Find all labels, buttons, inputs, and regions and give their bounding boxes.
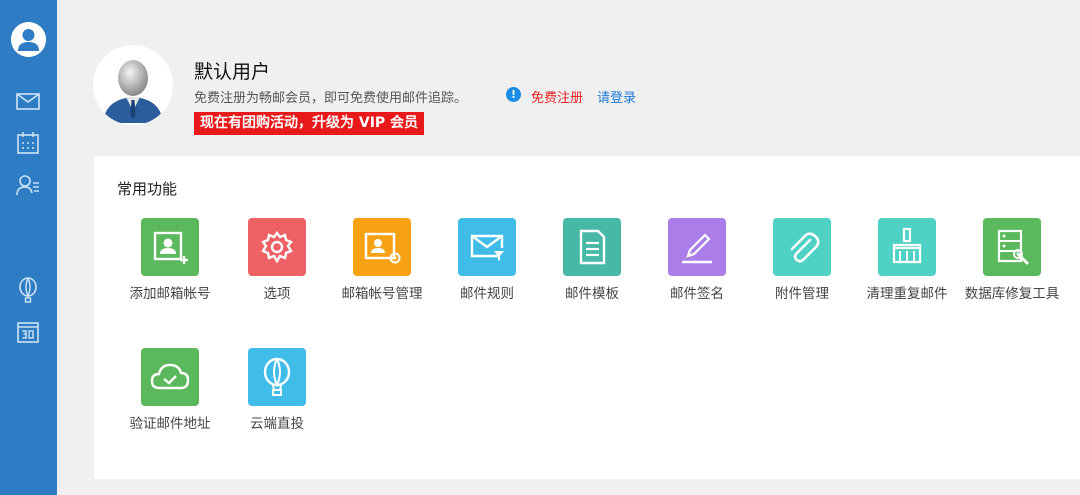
sidebar [0,0,57,495]
feature-label: 邮件模板 [565,286,619,302]
section-title: 常用功能 [117,180,178,198]
register-link[interactable]: 免费注册 [531,87,583,106]
database-repair-icon [983,218,1041,276]
feature-label: 数据库修复工具 [964,286,1060,302]
register-description: 免费注册为畅邮会员，即可免费使用邮件追踪。 [194,91,468,106]
feature-label: 邮件签名 [670,286,724,302]
pen-icon [668,218,726,276]
calendar-icon[interactable] [14,129,42,157]
profile-avatar [93,45,173,125]
balloon-icon[interactable] [14,276,42,304]
feature-label: 邮件规则 [460,286,514,302]
feature-label: 验证邮件地址 [129,416,211,432]
document-icon [563,218,621,276]
username: 默认用户 [194,61,271,83]
feature-label: 清理重复邮件 [866,286,948,302]
vip-promo-banner[interactable]: 现在有团购活动，升级为 VIP 会员 [194,112,425,135]
account-settings-icon [353,218,411,276]
login-link[interactable]: 请登录 [597,87,636,106]
feature-label: 选项 [263,286,291,302]
add-account-icon [141,218,199,276]
balloon-icon [248,348,306,406]
contacts-icon[interactable] [14,171,42,199]
mail-icon[interactable] [14,87,42,115]
feature-label: 添加邮箱帐号 [129,286,211,302]
info-icon: ! [506,87,521,102]
paperclip-icon [773,218,831,276]
gear-icon [248,218,306,276]
feature-label: 附件管理 [775,286,829,302]
feature-panel: 常用功能 添加邮箱帐号 选项 邮箱帐号管理 邮件规则 邮件模板 邮件签名 附件管… [94,156,1080,479]
cloud-check-icon [141,348,199,406]
user-avatar-icon[interactable] [11,22,46,57]
broom-icon [878,218,936,276]
calendar-day-icon[interactable] [14,318,42,346]
mail-filter-icon [458,218,516,276]
feature-label: 云端直投 [250,416,304,432]
feature-label: 邮箱帐号管理 [341,286,423,302]
